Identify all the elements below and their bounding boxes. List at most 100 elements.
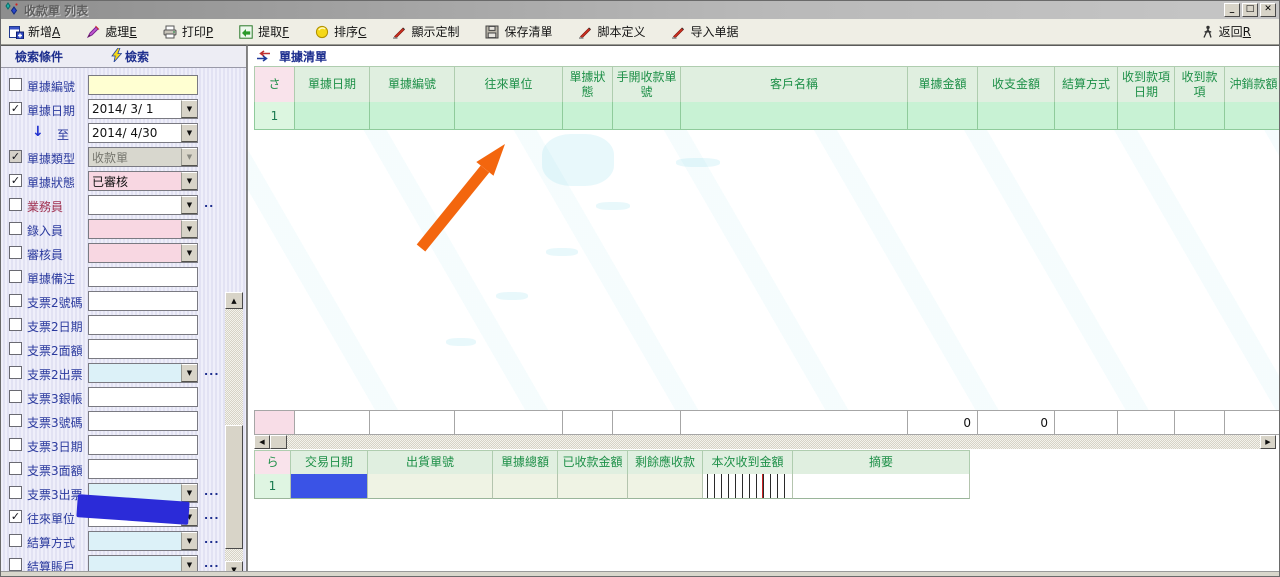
check2-issuer-dropdown[interactable]: ▼ <box>88 363 198 383</box>
check3-number-input[interactable] <box>88 411 198 431</box>
check3-date-checkbox[interactable] <box>9 438 22 451</box>
chevron-down-icon[interactable]: ▼ <box>181 532 197 550</box>
grid-row1-cell-10[interactable] <box>1118 102 1175 130</box>
detail-row1-cell-7[interactable] <box>793 474 970 499</box>
detail-row1-cell-4[interactable] <box>558 474 628 499</box>
detail-row1-cell-1[interactable] <box>291 474 368 499</box>
h-scrollbar[interactable]: ◀ ▶ <box>254 435 1276 449</box>
chevron-down-icon[interactable]: ▼ <box>181 196 197 214</box>
counterparty-checkbox[interactable]: ✓ <box>9 510 22 523</box>
return-button[interactable]: 返回R <box>1200 23 1251 40</box>
grid-row1-cell-9[interactable] <box>1055 102 1118 130</box>
check3-issuer-checkbox[interactable] <box>9 486 22 499</box>
check2-number-checkbox[interactable] <box>9 294 22 307</box>
detail-col-header-7[interactable]: 摘要 <box>793 451 970 475</box>
doc-date-checkbox[interactable]: ✓ <box>9 102 22 115</box>
new-button[interactable]: 新增A <box>9 23 60 40</box>
grid-col-header-5[interactable]: 手開收款單號 <box>613 67 681 103</box>
grid-col-header-2[interactable]: 單據編號 <box>370 67 455 103</box>
detail-row1-cell-5[interactable] <box>628 474 703 499</box>
check3-bank-checkbox[interactable] <box>9 390 22 403</box>
extract-button[interactable]: 提取F <box>239 23 289 40</box>
grid-col-header-6[interactable]: 客戶名稱 <box>681 67 908 103</box>
auditor-dropdown[interactable]: ▼ <box>88 243 198 263</box>
check2-issuer-checkbox[interactable] <box>9 366 22 379</box>
sidebar-v-scrollbar[interactable]: ▲ ▼ <box>225 292 243 577</box>
auditor-checkbox[interactable] <box>9 246 22 259</box>
grid-row1-cell-1[interactable] <box>295 102 370 130</box>
check3-date-input[interactable] <box>88 435 198 455</box>
detail-row1-cell-6[interactable] <box>703 474 793 499</box>
check2-number-input[interactable] <box>88 291 198 311</box>
chevron-down-icon[interactable]: ▼ <box>181 124 197 142</box>
settle-method-checkbox[interactable] <box>9 534 22 547</box>
detail-row1-cell-3[interactable] <box>493 474 558 499</box>
check3-amount-checkbox[interactable] <box>9 462 22 475</box>
doc-remark-checkbox[interactable] <box>9 270 22 283</box>
grid-col-header-12[interactable]: 沖銷款額 <box>1225 67 1280 103</box>
scroll-left-button[interactable]: ◀ <box>254 435 270 449</box>
grid-row1-cell-7[interactable] <box>908 102 978 130</box>
check3-bank-input[interactable] <box>88 387 198 407</box>
salesman-checkbox[interactable] <box>9 198 22 211</box>
counterparty-lookup-button[interactable]: ... <box>204 511 220 521</box>
settle-method-dropdown[interactable]: ▼ <box>88 531 198 551</box>
grid-row1-cell-8[interactable] <box>978 102 1055 130</box>
v-scroll-thumb[interactable] <box>225 425 243 549</box>
grid-row1-cell-2[interactable] <box>370 102 455 130</box>
grid-col-header-10[interactable]: 收到款項日期 <box>1118 67 1175 103</box>
grid-row1-cell-6[interactable] <box>681 102 908 130</box>
grid-col-header-8[interactable]: 收支金額 <box>978 67 1055 103</box>
save-list-button[interactable]: 保存清單 <box>485 23 552 40</box>
check2-date-input[interactable] <box>88 315 198 335</box>
detail-col-header-0[interactable]: ら <box>255 451 291 475</box>
check3-amount-input[interactable] <box>88 459 198 479</box>
check3-number-checkbox[interactable] <box>9 414 22 427</box>
sort-button[interactable]: 排序C <box>315 23 366 40</box>
minimize-button[interactable]: _ <box>1224 3 1240 17</box>
scroll-right-button[interactable]: ▶ <box>1260 435 1276 449</box>
detail-col-header-6[interactable]: 本次收到金額 <box>703 451 793 475</box>
chevron-down-icon[interactable]: ▼ <box>181 148 197 166</box>
date-to-dropdown[interactable]: 2014/ 4/30▼ <box>88 123 198 143</box>
check2-amount-checkbox[interactable] <box>9 342 22 355</box>
chevron-down-icon[interactable]: ▼ <box>181 100 197 118</box>
detail-row1-cell-2[interactable] <box>368 474 493 499</box>
detail-col-header-1[interactable]: 交易日期 <box>291 451 368 475</box>
grid-col-header-4[interactable]: 單據狀態 <box>563 67 613 103</box>
settle-account-checkbox[interactable] <box>9 558 22 571</box>
scroll-up-button[interactable]: ▲ <box>225 292 243 309</box>
chevron-down-icon[interactable]: ▼ <box>181 484 197 502</box>
chevron-down-icon[interactable]: ▼ <box>181 244 197 262</box>
search-button[interactable]: 檢索 <box>111 48 149 65</box>
check3-issuer-lookup-button[interactable]: ... <box>204 487 220 497</box>
doc-status-checkbox[interactable]: ✓ <box>9 174 22 187</box>
grid-row1-cell-12[interactable] <box>1225 102 1280 130</box>
detail-col-header-3[interactable]: 單據總額 <box>493 451 558 475</box>
detail-col-header-4[interactable]: 已收款金額 <box>558 451 628 475</box>
grid-row1-cell-4[interactable] <box>563 102 613 130</box>
grid-row1-cell-5[interactable] <box>613 102 681 130</box>
check2-amount-input[interactable] <box>88 339 198 359</box>
h-scroll-thumb[interactable] <box>270 435 287 449</box>
grid-col-header-0[interactable]: さ <box>255 67 295 103</box>
grid-col-header-1[interactable]: 單據日期 <box>295 67 370 103</box>
chevron-down-icon[interactable]: ▼ <box>181 220 197 238</box>
detail-row1-cell-0[interactable]: 1 <box>255 474 291 499</box>
grid-row1-cell-3[interactable] <box>455 102 563 130</box>
display-custom-button[interactable]: 顯示定制 <box>392 23 459 40</box>
doc-type-checkbox[interactable]: ✓ <box>9 150 22 163</box>
close-button[interactable]: ✕ <box>1260 3 1276 17</box>
detail-col-header-2[interactable]: 出貨單號 <box>368 451 493 475</box>
check2-date-checkbox[interactable] <box>9 318 22 331</box>
detail-col-header-5[interactable]: 剩餘應收款 <box>628 451 703 475</box>
settle-method-lookup-button[interactable]: ... <box>204 535 220 545</box>
script-define-button[interactable]: 脚本定义 <box>578 23 645 40</box>
entry-clerk-checkbox[interactable] <box>9 222 22 235</box>
check2-issuer-lookup-button[interactable]: ... <box>204 367 220 377</box>
doc-number-checkbox[interactable] <box>9 78 22 91</box>
grid-col-header-7[interactable]: 單據金額 <box>908 67 978 103</box>
print-button[interactable]: 打印P <box>163 23 213 40</box>
process-button[interactable]: 處理E <box>86 23 137 40</box>
grid-col-header-11[interactable]: 收到款項 <box>1175 67 1225 103</box>
